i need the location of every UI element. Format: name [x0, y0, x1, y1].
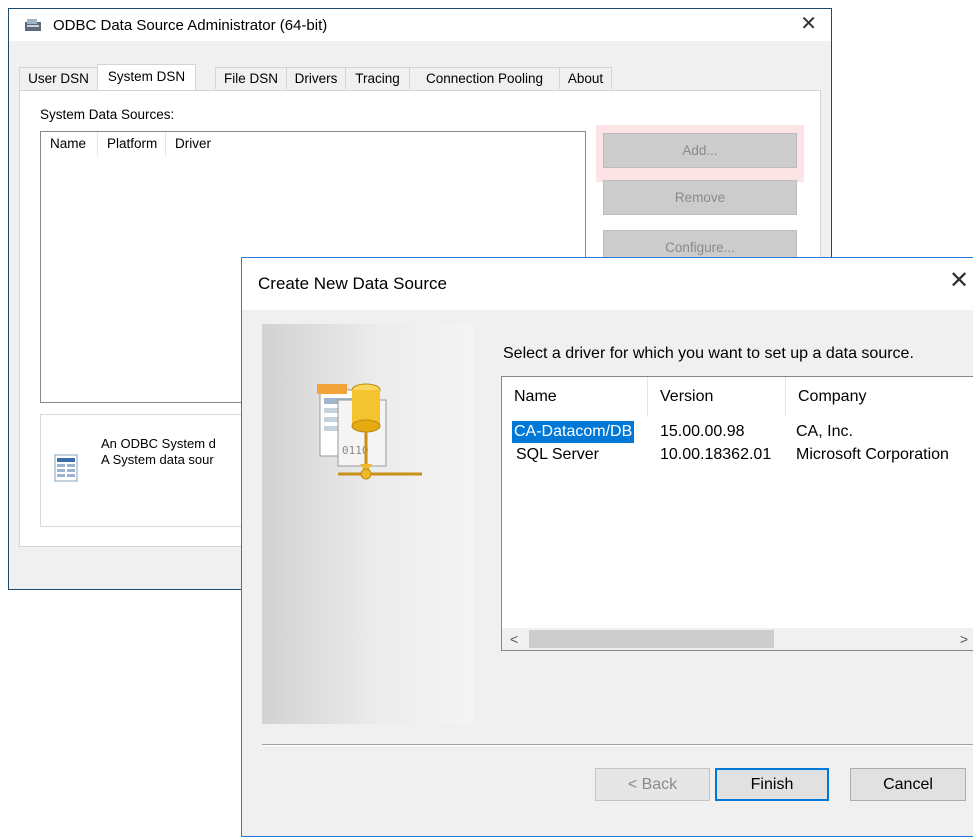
- scrollbar-thumb[interactable]: [529, 630, 774, 648]
- info-text-line-2: A System data sour: [101, 452, 214, 467]
- driver-column-version[interactable]: Version: [648, 377, 786, 417]
- info-text: An ODBC System d A System data sour: [101, 436, 216, 468]
- add-button[interactable]: Add...: [603, 133, 797, 168]
- tab-system-dsn[interactable]: System DSN: [97, 64, 196, 90]
- data-source-wizard-icon: 0110: [317, 383, 422, 480]
- dialog-titlebar[interactable]: Create New Data Source ✕: [242, 258, 973, 310]
- driver-name-cell[interactable]: SQL Server: [516, 444, 599, 466]
- driver-list[interactable]: Name Version Company CA-Datacom/DB 15.00…: [501, 376, 973, 651]
- remove-button[interactable]: Remove: [603, 180, 797, 215]
- dialog-title: Create New Data Source: [258, 274, 447, 293]
- create-new-data-source-dialog: Create New Data Source ✕ 0110 Select a d…: [241, 257, 973, 837]
- select-driver-prompt: Select a driver for which you want to se…: [503, 345, 914, 362]
- odbc-app-icon: [25, 19, 41, 31]
- column-header-name[interactable]: Name: [41, 132, 98, 156]
- tab-tracing[interactable]: Tracing: [345, 67, 410, 89]
- main-close-icon[interactable]: ✕: [800, 14, 817, 34]
- column-header-platform[interactable]: Platform: [98, 132, 166, 156]
- system-data-sources-label: System Data Sources:: [40, 107, 175, 122]
- wizard-graphic-panel: 0110: [262, 324, 473, 724]
- main-window-title: ODBC Data Source Administrator (64-bit): [53, 17, 328, 34]
- scroll-left-arrow-icon[interactable]: <: [510, 628, 518, 650]
- scroll-right-arrow-icon[interactable]: >: [960, 628, 968, 650]
- tab-connection-pooling[interactable]: Connection Pooling: [409, 67, 560, 89]
- tab-file-dsn[interactable]: File DSN: [215, 67, 287, 89]
- finish-button[interactable]: Finish: [715, 768, 829, 801]
- info-text-line-1: An ODBC System d: [101, 436, 216, 451]
- driver-column-name[interactable]: Name: [502, 377, 648, 417]
- driver-company-cell: Microsoft Corporation: [796, 446, 949, 463]
- driver-column-company[interactable]: Company: [786, 377, 973, 417]
- dialog-close-icon[interactable]: ✕: [949, 269, 969, 293]
- driver-version-cell: 15.00.00.98: [660, 423, 745, 440]
- column-header-driver[interactable]: Driver: [166, 132, 586, 156]
- dialog-separator: [262, 744, 973, 746]
- horizontal-scrollbar[interactable]: < >: [502, 628, 973, 650]
- tab-user-dsn[interactable]: User DSN: [19, 67, 98, 89]
- cancel-button[interactable]: Cancel: [850, 768, 966, 801]
- driver-company-cell: CA, Inc.: [796, 423, 853, 440]
- tab-drivers[interactable]: Drivers: [286, 67, 346, 89]
- back-button[interactable]: < Back: [595, 768, 710, 801]
- data-source-icon: [54, 454, 78, 482]
- tab-about[interactable]: About: [559, 67, 612, 89]
- driver-version-cell: 10.00.18362.01: [660, 446, 772, 463]
- driver-name-cell[interactable]: CA-Datacom/DB: [512, 421, 635, 443]
- main-titlebar[interactable]: ODBC Data Source Administrator (64-bit) …: [9, 9, 831, 41]
